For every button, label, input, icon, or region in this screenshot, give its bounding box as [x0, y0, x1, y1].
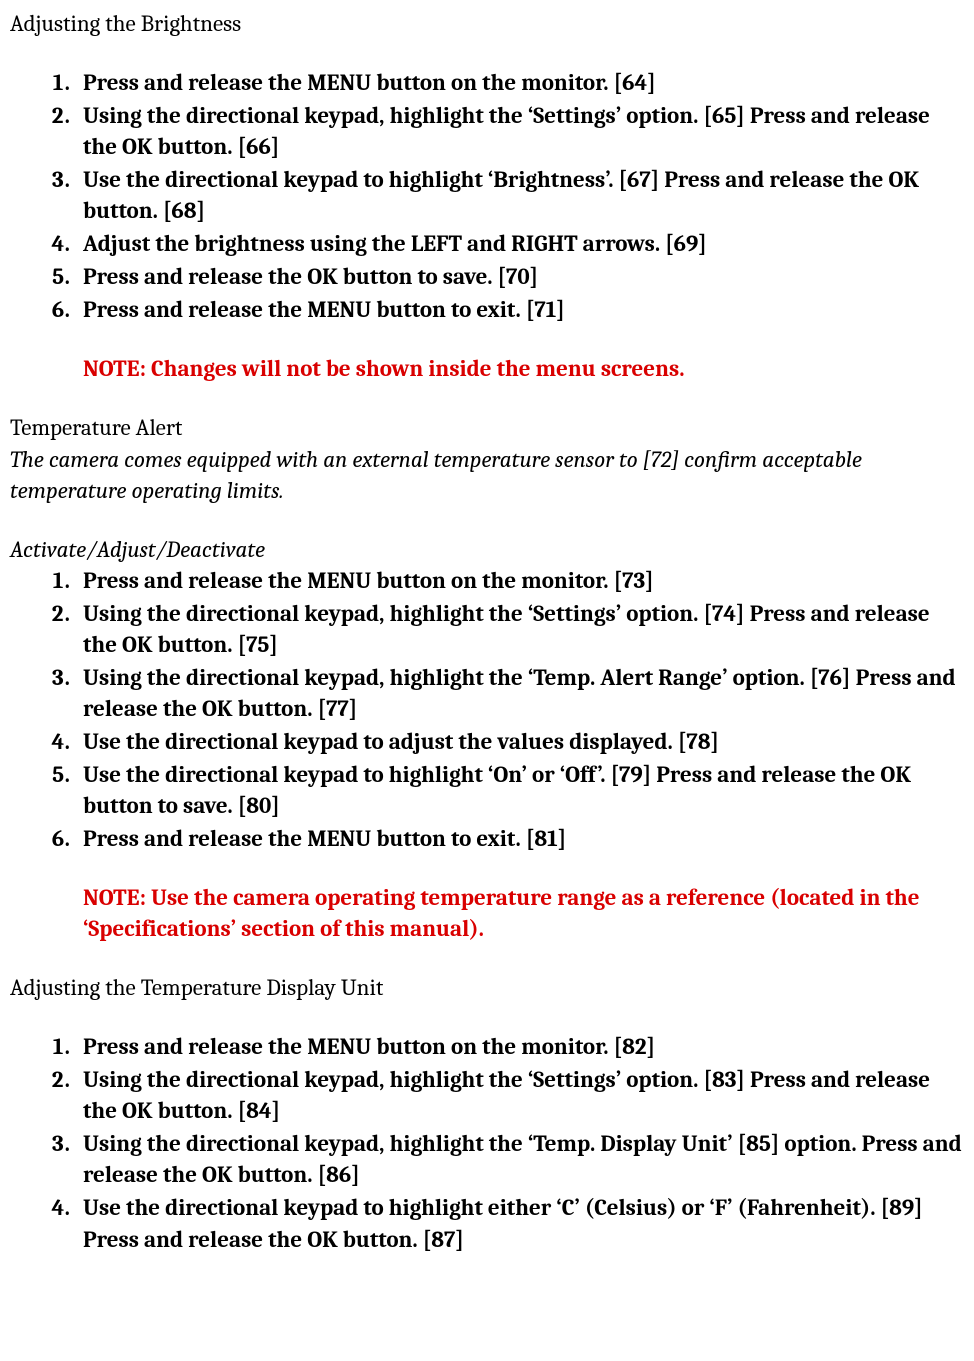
list-item: Using the directional keypad, highlight …: [75, 662, 964, 724]
list-item: Press and release the MENU button to exi…: [75, 294, 964, 325]
section-1-heading: Adjusting the Brightness: [10, 8, 964, 39]
section-3-steps: Press and release the MENU button on the…: [10, 1031, 964, 1254]
list-item: Press and release the MENU button on the…: [75, 1031, 964, 1062]
section-2-heading: Temperature Alert: [10, 412, 964, 443]
list-item: Using the directional keypad, highlight …: [75, 1128, 964, 1190]
list-item: Use the directional keypad to highlight …: [75, 164, 964, 226]
list-item: Press and release the OK button to save.…: [75, 261, 964, 292]
list-item: Using the directional keypad, highlight …: [75, 598, 964, 660]
list-item: Using the directional keypad, highlight …: [75, 1064, 964, 1126]
section-1-note: NOTE: Changes will not be shown inside t…: [83, 353, 964, 384]
section-2-subheading: Activate/Adjust/Deactivate: [10, 534, 964, 565]
list-item: Using the directional keypad, highlight …: [75, 100, 964, 162]
list-item: Press and release the MENU button to exi…: [75, 823, 964, 854]
section-1-steps: Press and release the MENU button on the…: [10, 67, 964, 325]
section-3-heading: Adjusting the Temperature Display Unit: [10, 972, 964, 1003]
list-item: Press and release the MENU button on the…: [75, 565, 964, 596]
list-item: Use the directional keypad to highlight …: [75, 1192, 964, 1254]
list-item: Use the directional keypad to highlight …: [75, 759, 964, 821]
list-item: Adjust the brightness using the LEFT and…: [75, 228, 964, 259]
list-item: Use the directional keypad to adjust the…: [75, 726, 964, 757]
section-2-steps: Press and release the MENU button on the…: [10, 565, 964, 854]
section-2-note: NOTE: Use the camera operating temperatu…: [83, 882, 964, 944]
section-2-description: The camera comes equipped with an extern…: [10, 444, 964, 506]
list-item: Press and release the MENU button on the…: [75, 67, 964, 98]
